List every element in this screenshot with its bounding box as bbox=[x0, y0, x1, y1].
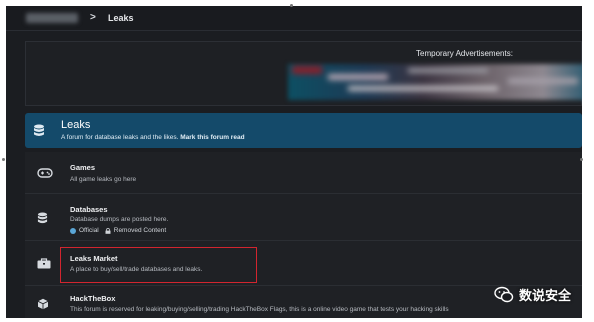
breadcrumb-separator: > bbox=[90, 12, 96, 23]
forum-description: A forum for database leaks and the likes… bbox=[61, 134, 245, 141]
subforum-description: Database dumps are posted here. bbox=[70, 216, 169, 223]
wechat-icon bbox=[494, 286, 514, 302]
highlight-box bbox=[60, 247, 257, 283]
legend-removed: Removed Content bbox=[105, 227, 166, 234]
legend-removed-label: Removed Content bbox=[113, 227, 167, 234]
database-icon bbox=[34, 124, 44, 136]
resize-handle bbox=[2, 158, 5, 161]
watermark-text: 数说安全 bbox=[519, 288, 572, 303]
subforum-row-databases[interactable]: Databases Database dumps are posted here… bbox=[25, 194, 582, 241]
subforum-title[interactable]: Games bbox=[70, 163, 95, 172]
subforum-description: All game leaks go here bbox=[70, 176, 137, 183]
gamepad-icon bbox=[37, 168, 53, 178]
forum-legend: Official Removed Content bbox=[70, 227, 166, 234]
watermark: 数说安全 bbox=[494, 285, 571, 304]
advertisement-banner-blurred[interactable] bbox=[288, 64, 582, 100]
forum-description-text: A forum for database leaks and the likes… bbox=[61, 134, 179, 141]
resize-handle bbox=[580, 158, 583, 161]
legend-official-label: Official bbox=[79, 227, 99, 234]
forum-page: > Leaks Temporary Advertisements: Leaks … bbox=[6, 6, 582, 318]
briefcase-icon bbox=[37, 258, 51, 269]
official-dot-icon bbox=[70, 227, 76, 234]
cube-icon bbox=[37, 298, 49, 310]
breadcrumb-parent-blurred[interactable] bbox=[26, 13, 78, 23]
subforum-title[interactable]: Databases bbox=[70, 205, 108, 214]
legend-official: Official bbox=[70, 227, 99, 234]
mark-forum-read-link[interactable]: Mark this forum read bbox=[180, 134, 244, 141]
subforum-title[interactable]: HackTheBox bbox=[70, 294, 115, 303]
forum-title: Leaks bbox=[61, 119, 91, 131]
resize-handle bbox=[290, 4, 293, 7]
breadcrumb-current[interactable]: Leaks bbox=[108, 13, 134, 23]
subforum-description: This forum is reserved for leaking/buyin… bbox=[70, 306, 449, 313]
advertisement-title: Temporary Advertisements: bbox=[416, 49, 513, 58]
advertisement-panel: Temporary Advertisements: bbox=[25, 41, 582, 106]
forum-header: Leaks A forum for database leaks and the… bbox=[25, 113, 582, 148]
subforum-row-games[interactable]: Games All game leaks go here bbox=[25, 152, 582, 194]
breadcrumb: > Leaks bbox=[6, 6, 582, 31]
database-icon bbox=[37, 212, 48, 224]
lock-icon bbox=[105, 227, 111, 234]
